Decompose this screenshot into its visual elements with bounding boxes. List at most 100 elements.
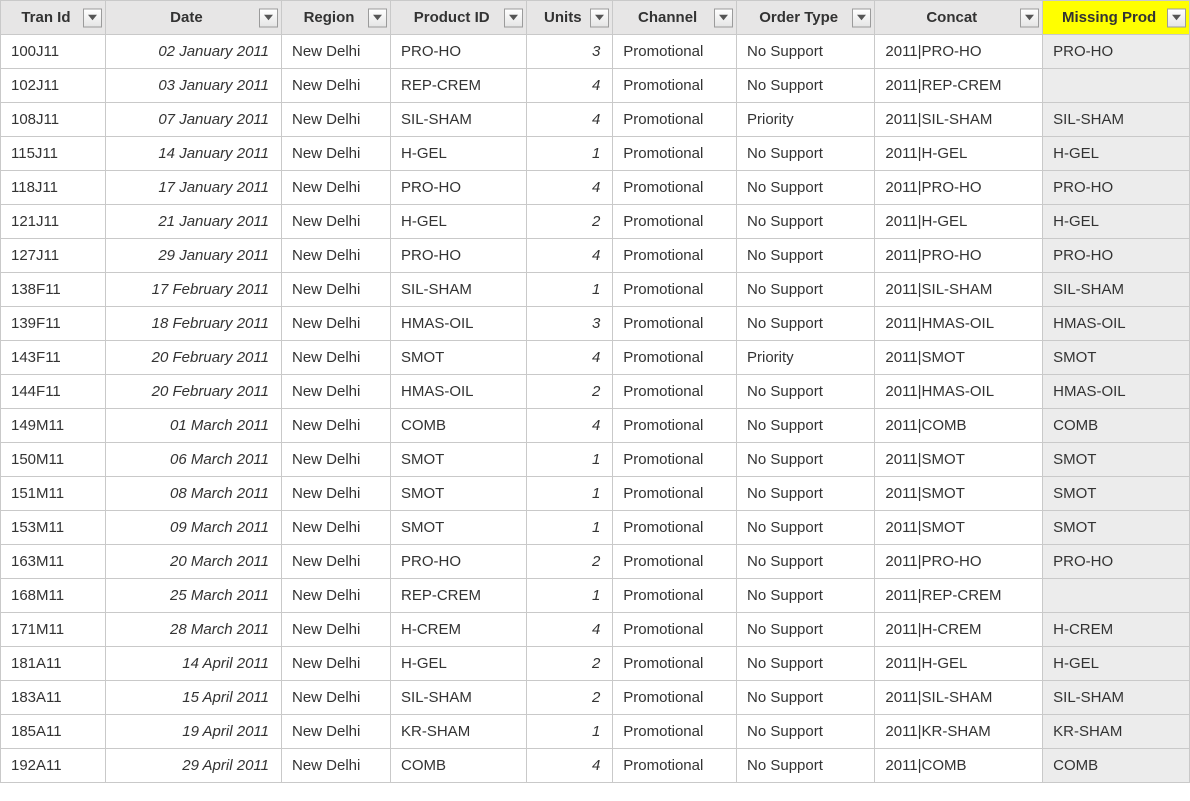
cell-units[interactable]: 1: [527, 715, 613, 749]
cell-missing-prod[interactable]: PRO-HO: [1043, 35, 1190, 69]
cell-tran-id[interactable]: 144F11: [1, 375, 106, 409]
cell-region[interactable]: New Delhi: [281, 69, 390, 103]
cell-order-type[interactable]: No Support: [737, 545, 875, 579]
filter-dropdown-icon[interactable]: [1167, 8, 1186, 27]
cell-concat[interactable]: 2011|H-GEL: [875, 647, 1043, 681]
cell-missing-prod[interactable]: COMB: [1043, 409, 1190, 443]
cell-concat[interactable]: 2011|PRO-HO: [875, 35, 1043, 69]
cell-region[interactable]: New Delhi: [281, 715, 390, 749]
cell-concat[interactable]: 2011|REP-CREM: [875, 579, 1043, 613]
cell-missing-prod[interactable]: SMOT: [1043, 511, 1190, 545]
cell-order-type[interactable]: No Support: [737, 137, 875, 171]
cell-missing-prod[interactable]: HMAS-OIL: [1043, 375, 1190, 409]
cell-concat[interactable]: 2011|SMOT: [875, 443, 1043, 477]
cell-product-id[interactable]: COMB: [391, 409, 527, 443]
cell-missing-prod[interactable]: H-CREM: [1043, 613, 1190, 647]
cell-region[interactable]: New Delhi: [281, 613, 390, 647]
cell-tran-id[interactable]: 163M11: [1, 545, 106, 579]
cell-region[interactable]: New Delhi: [281, 375, 390, 409]
cell-product-id[interactable]: HMAS-OIL: [391, 375, 527, 409]
cell-concat[interactable]: 2011|SMOT: [875, 511, 1043, 545]
filter-dropdown-icon[interactable]: [852, 8, 871, 27]
cell-missing-prod[interactable]: [1043, 579, 1190, 613]
cell-date[interactable]: 06 March 2011: [105, 443, 281, 477]
cell-channel[interactable]: Promotional: [613, 613, 737, 647]
cell-date[interactable]: 25 March 2011: [105, 579, 281, 613]
cell-date[interactable]: 17 January 2011: [105, 171, 281, 205]
cell-date[interactable]: 18 February 2011: [105, 307, 281, 341]
cell-concat[interactable]: 2011|SIL-SHAM: [875, 273, 1043, 307]
cell-region[interactable]: New Delhi: [281, 273, 390, 307]
cell-product-id[interactable]: SMOT: [391, 443, 527, 477]
cell-concat[interactable]: 2011|HMAS-OIL: [875, 375, 1043, 409]
cell-channel[interactable]: Promotional: [613, 715, 737, 749]
cell-tran-id[interactable]: 150M11: [1, 443, 106, 477]
cell-units[interactable]: 1: [527, 273, 613, 307]
cell-concat[interactable]: 2011|PRO-HO: [875, 239, 1043, 273]
cell-product-id[interactable]: PRO-HO: [391, 239, 527, 273]
cell-date[interactable]: 19 April 2011: [105, 715, 281, 749]
cell-tran-id[interactable]: 138F11: [1, 273, 106, 307]
cell-concat[interactable]: 2011|COMB: [875, 749, 1043, 783]
cell-missing-prod[interactable]: H-GEL: [1043, 205, 1190, 239]
column-header-tran-id[interactable]: Tran Id: [1, 1, 106, 35]
cell-order-type[interactable]: No Support: [737, 69, 875, 103]
cell-concat[interactable]: 2011|H-GEL: [875, 137, 1043, 171]
cell-date[interactable]: 07 January 2011: [105, 103, 281, 137]
cell-channel[interactable]: Promotional: [613, 579, 737, 613]
cell-units[interactable]: 4: [527, 341, 613, 375]
cell-product-id[interactable]: PRO-HO: [391, 35, 527, 69]
cell-date[interactable]: 28 March 2011: [105, 613, 281, 647]
cell-date[interactable]: 20 February 2011: [105, 375, 281, 409]
cell-missing-prod[interactable]: KR-SHAM: [1043, 715, 1190, 749]
cell-date[interactable]: 02 January 2011: [105, 35, 281, 69]
cell-product-id[interactable]: REP-CREM: [391, 579, 527, 613]
cell-region[interactable]: New Delhi: [281, 205, 390, 239]
cell-concat[interactable]: 2011|KR-SHAM: [875, 715, 1043, 749]
cell-units[interactable]: 4: [527, 613, 613, 647]
cell-region[interactable]: New Delhi: [281, 647, 390, 681]
cell-order-type[interactable]: Priority: [737, 103, 875, 137]
cell-missing-prod[interactable]: HMAS-OIL: [1043, 307, 1190, 341]
cell-units[interactable]: 1: [527, 443, 613, 477]
filter-dropdown-icon[interactable]: [714, 8, 733, 27]
cell-date[interactable]: 09 March 2011: [105, 511, 281, 545]
cell-product-id[interactable]: SIL-SHAM: [391, 103, 527, 137]
cell-missing-prod[interactable]: SMOT: [1043, 477, 1190, 511]
cell-region[interactable]: New Delhi: [281, 511, 390, 545]
column-header-product-id[interactable]: Product ID: [391, 1, 527, 35]
cell-tran-id[interactable]: 185A11: [1, 715, 106, 749]
cell-tran-id[interactable]: 102J11: [1, 69, 106, 103]
cell-missing-prod[interactable]: COMB: [1043, 749, 1190, 783]
cell-missing-prod[interactable]: SMOT: [1043, 341, 1190, 375]
cell-tran-id[interactable]: 118J11: [1, 171, 106, 205]
cell-missing-prod[interactable]: PRO-HO: [1043, 171, 1190, 205]
cell-date[interactable]: 14 January 2011: [105, 137, 281, 171]
cell-tran-id[interactable]: 183A11: [1, 681, 106, 715]
cell-missing-prod[interactable]: H-GEL: [1043, 647, 1190, 681]
cell-region[interactable]: New Delhi: [281, 341, 390, 375]
cell-order-type[interactable]: No Support: [737, 443, 875, 477]
column-header-missing-prod[interactable]: Missing Prod: [1043, 1, 1190, 35]
cell-tran-id[interactable]: 171M11: [1, 613, 106, 647]
cell-product-id[interactable]: SIL-SHAM: [391, 273, 527, 307]
cell-units[interactable]: 3: [527, 35, 613, 69]
cell-concat[interactable]: 2011|PRO-HO: [875, 545, 1043, 579]
cell-tran-id[interactable]: 168M11: [1, 579, 106, 613]
cell-date[interactable]: 14 April 2011: [105, 647, 281, 681]
cell-tran-id[interactable]: 192A11: [1, 749, 106, 783]
cell-tran-id[interactable]: 121J11: [1, 205, 106, 239]
cell-product-id[interactable]: SMOT: [391, 341, 527, 375]
cell-channel[interactable]: Promotional: [613, 409, 737, 443]
cell-tran-id[interactable]: 127J11: [1, 239, 106, 273]
cell-missing-prod[interactable]: PRO-HO: [1043, 545, 1190, 579]
cell-concat[interactable]: 2011|PRO-HO: [875, 171, 1043, 205]
cell-order-type[interactable]: No Support: [737, 749, 875, 783]
cell-product-id[interactable]: SMOT: [391, 511, 527, 545]
filter-dropdown-icon[interactable]: [368, 8, 387, 27]
cell-concat[interactable]: 2011|SMOT: [875, 341, 1043, 375]
cell-product-id[interactable]: SIL-SHAM: [391, 681, 527, 715]
cell-date[interactable]: 20 February 2011: [105, 341, 281, 375]
cell-units[interactable]: 1: [527, 137, 613, 171]
cell-tran-id[interactable]: 153M11: [1, 511, 106, 545]
